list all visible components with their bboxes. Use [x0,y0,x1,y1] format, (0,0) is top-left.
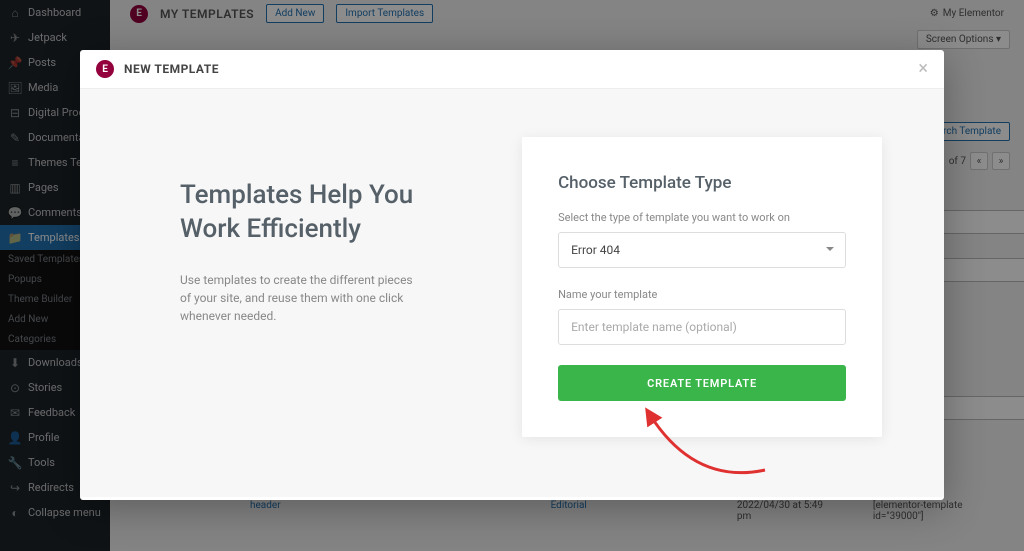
create-template-button[interactable]: CREATE TEMPLATE [558,365,846,401]
new-template-modal: E NEW TEMPLATE × Templates Help You Work… [80,50,944,500]
modal-intro-heading: Templates Help You Work Efficiently [180,179,420,247]
elementor-badge-icon: E [96,60,114,78]
template-type-select[interactable]: Error 404 [558,232,846,268]
modal-title: NEW TEMPLATE [124,62,219,76]
modal-intro: Templates Help You Work Efficiently Use … [80,89,460,497]
template-name-input[interactable] [558,309,846,345]
template-name-label: Name your template [558,288,846,301]
template-type-label: Select the type of template you want to … [558,211,846,224]
form-heading: Choose Template Type [558,173,846,193]
close-icon[interactable]: × [918,60,928,78]
modal-header: E NEW TEMPLATE × [80,50,944,89]
template-form-card: Choose Template Type Select the type of … [522,137,882,437]
modal-intro-body: Use templates to create the different pi… [180,271,420,325]
